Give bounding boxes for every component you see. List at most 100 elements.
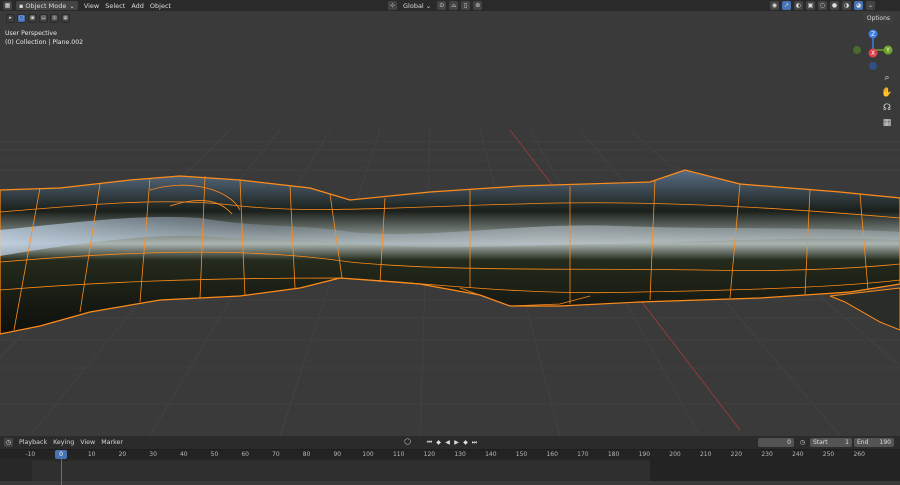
frame-tick: 40 [179, 451, 188, 458]
wireframe-shading-icon[interactable]: ○ [818, 1, 827, 10]
scene-render [0, 129, 900, 436]
gizmo-neg-y [853, 46, 861, 54]
gizmo-neg-z [869, 62, 877, 70]
menu-add[interactable]: Add [128, 1, 147, 10]
pivot-icon[interactable]: ⊙ [437, 1, 447, 10]
frame-tick: 90 [333, 451, 342, 458]
view-info: User Perspective (0) Collection | Plane.… [5, 29, 83, 47]
jump-end-icon[interactable]: ⏭ [471, 439, 478, 446]
record-icon[interactable]: ◯ [404, 438, 411, 445]
start-frame-field[interactable]: Start 1 [810, 438, 852, 447]
frame-tick: 80 [302, 451, 311, 458]
chevron-down-icon: ⌄ [69, 1, 75, 10]
object-mode-icon: ▪ [19, 1, 24, 10]
select-invert-icon[interactable]: ▥ [50, 13, 59, 23]
end-value: 190 [879, 439, 891, 446]
frame-tick: 20 [118, 451, 127, 458]
frame-tick: 120 [423, 451, 436, 458]
navigation-gizmo[interactable]: Z Y X [848, 26, 898, 76]
shading-options-icon[interactable]: ⌄ [866, 1, 875, 10]
frame-tick: 60 [241, 451, 250, 458]
options-dropdown[interactable]: Options [862, 13, 894, 23]
chevron-down-icon: ⌄ [425, 1, 432, 10]
next-keyframe-icon[interactable]: ◆ [462, 439, 469, 446]
play-icon[interactable]: ▶ [453, 439, 460, 446]
frame-tick: 170 [577, 451, 589, 458]
playback-controls: ⏮ ◆ ◀ ▶ ◆ ⏭ [426, 439, 478, 447]
frame-tick: 210 [699, 451, 712, 458]
proportional-edit-icon[interactable]: ⊚ [473, 1, 483, 10]
perspective-toggle-icon[interactable]: ▦ [880, 116, 894, 130]
frame-tick: 200 [669, 451, 681, 458]
timeline-editor-icon[interactable]: ◷ [4, 438, 13, 447]
menu-playback[interactable]: Playback [19, 439, 47, 446]
playhead-frame-badge[interactable]: 0 [55, 450, 67, 459]
frame-tick: 110 [392, 451, 405, 458]
solid-shading-icon[interactable]: ● [830, 1, 839, 10]
rendered-shading-icon[interactable]: ◕ [854, 1, 863, 10]
timeline-scrollbar[interactable] [0, 481, 900, 485]
snap-target-icon[interactable]: ▯ [461, 1, 471, 10]
mode-dropdown[interactable]: ▪ Object Mode ⌄ [16, 1, 78, 10]
gizmo-z-label: Z [871, 31, 875, 38]
frame-tick: 30 [149, 451, 157, 458]
pan-hand-icon[interactable]: ✋ [880, 86, 894, 100]
material-shading-icon[interactable]: ◑ [842, 1, 851, 10]
frame-tick: -10 [25, 451, 36, 458]
timeline-tracks[interactable] [0, 459, 900, 485]
editor-type-icon[interactable]: ▦ [3, 1, 12, 10]
menu-select[interactable]: Select [102, 1, 128, 10]
frame-tick: 180 [607, 451, 620, 458]
end-label: End [857, 439, 869, 446]
frame-tick: 100 [362, 451, 374, 458]
start-value: 1 [845, 439, 849, 446]
frame-tick: 70 [272, 451, 280, 458]
options-label: Options [866, 14, 890, 22]
xray-icon[interactable]: ▣ [806, 1, 815, 10]
tool-select-icon[interactable]: ▸ [6, 13, 15, 23]
menu-timeline-view[interactable]: View [80, 439, 95, 446]
menu-view[interactable]: View [81, 1, 102, 10]
menu-keying[interactable]: Keying [53, 439, 74, 446]
gizmo-toggle-icon[interactable]: ↗ [782, 1, 791, 10]
frame-range-area [32, 461, 650, 481]
camera-view-icon[interactable]: ☊ [880, 101, 894, 115]
menu-object[interactable]: Object [147, 1, 174, 10]
frame-tick: 140 [485, 451, 497, 458]
select-extend-icon[interactable]: ▣ [28, 13, 37, 23]
select-intersect-icon[interactable]: ▦ [61, 13, 70, 23]
frame-tick: 230 [761, 451, 773, 458]
frame-tick: 260 [853, 451, 865, 458]
select-subtract-icon[interactable]: ▤ [39, 13, 48, 23]
snap-icon[interactable]: ⌓ [449, 1, 459, 10]
frame-tick: 220 [730, 451, 743, 458]
frame-tick: 190 [638, 451, 651, 458]
current-frame-value: 0 [787, 439, 791, 446]
transform-orientation-label: Global [403, 1, 424, 10]
view-name: User Perspective [5, 30, 57, 37]
current-frame-field[interactable]: 0 [758, 438, 794, 447]
gizmo-x-label: X [871, 50, 875, 57]
jump-start-icon[interactable]: ⏮ [426, 439, 433, 446]
gizmo-y-label: Y [885, 47, 890, 54]
timeline-editor: ◷ Playback Keying View Marker ◯ ⏮ ◆ ◀ ▶ … [0, 436, 900, 485]
select-new-icon[interactable]: ▢ [17, 13, 26, 23]
frame-tick: 160 [546, 451, 558, 458]
timeline-header: ◷ Playback Keying View Marker ◯ ⏮ ◆ ◀ ▶ … [0, 436, 900, 449]
menu-marker[interactable]: Marker [101, 439, 123, 446]
orientation-icon: ⊹ [388, 1, 397, 10]
play-reverse-icon[interactable]: ◀ [444, 439, 451, 446]
selection-tools: ▸ ▢ ▣ ▤ ▥ ▦ [6, 13, 70, 23]
clock-icon[interactable]: ◷ [799, 439, 806, 446]
viewport-header: ▦ ▪ Object Mode ⌄ View Select Add Object… [0, 0, 900, 11]
prev-keyframe-icon[interactable]: ◆ [435, 439, 442, 446]
overlay-icon[interactable]: ◐ [794, 1, 803, 10]
3d-viewport[interactable]: ▦ ▪ Object Mode ⌄ View Select Add Object… [0, 0, 900, 436]
transform-orientation-dropdown[interactable]: Global ⌄ [400, 1, 434, 10]
frame-tick: 240 [792, 451, 804, 458]
zoom-icon[interactable]: ⌕ [880, 71, 894, 85]
visibility-icon[interactable]: ◉ [770, 1, 779, 10]
frame-ruler[interactable]: -10 0 10 20 30 40 50 60 70 80 90 100 110 120 130 140 150… [0, 450, 900, 459]
frame-tick: 250 [822, 451, 835, 458]
end-frame-field[interactable]: End 190 [854, 438, 894, 447]
